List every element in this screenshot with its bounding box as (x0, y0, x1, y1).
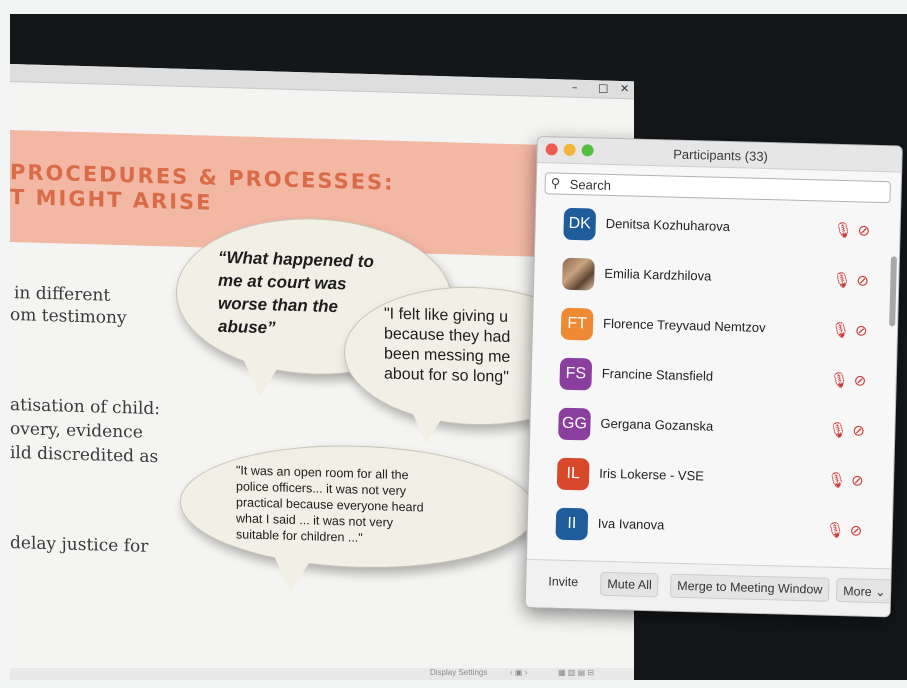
video-off-icon[interactable]: ⊘ (850, 521, 863, 539)
participant-name: Iris Lokerse - VSE (598, 465, 705, 484)
quote-1: “What happened to me at court was worse … (218, 246, 374, 342)
video-off-icon[interactable]: ⊘ (856, 271, 869, 289)
participant-row[interactable]: II Iva Ivanova 🎙 ⊘ (527, 499, 884, 558)
close-icon[interactable]: ✕ (620, 82, 629, 95)
slide-body-line: om testimony (10, 305, 127, 329)
participant-name: Gergana Gozanska (600, 415, 714, 434)
view-icons[interactable]: ▦ ▥ ▤ ⊟ (558, 668, 594, 677)
avatar: FS (559, 357, 593, 391)
participant-list-scrollbar[interactable] (889, 256, 897, 327)
speech-bubble-1-tail (242, 356, 284, 398)
participant-name: Emilia Kardzhilova (604, 265, 712, 284)
slide-body-line: overy, evidence (10, 419, 143, 443)
quote-3: "It was an open room for all the police … (236, 462, 424, 547)
participants-footer: Invite Mute All Merge to Meeting Window … (525, 558, 893, 618)
avatar: GG (558, 407, 591, 441)
video-off-icon[interactable]: ⊘ (853, 371, 866, 389)
minimize-icon[interactable]: – (572, 81, 578, 94)
maximize-icon[interactable]: □ (598, 81, 608, 94)
avatar: DK (563, 207, 597, 241)
display-settings-button[interactable]: Display Settings (430, 668, 487, 677)
video-off-icon[interactable]: ⊘ (857, 221, 870, 239)
search-input[interactable]: ⚲ Search (544, 172, 891, 204)
more-button[interactable]: More ⌄ (835, 577, 893, 604)
merge-to-meeting-window-button[interactable]: Merge to Meeting Window (669, 573, 830, 602)
quote-2: "I felt like giving u because they had b… (384, 304, 544, 388)
participant-list: DK Denitsa Kozhuharova 🎙 ⊘ Emilia Kardzh… (527, 199, 892, 568)
video-off-icon[interactable]: ⊘ (855, 321, 868, 339)
slide-body-line: in different (14, 283, 111, 306)
screen-bezel-left (0, 0, 10, 688)
mic-muted-icon[interactable]: 🎙 (831, 321, 851, 339)
participant-name: Denitsa Kozhuharova (605, 215, 731, 235)
speech-bubble-3-tail (272, 551, 316, 593)
mic-muted-icon[interactable]: 🎙 (828, 421, 848, 439)
presentation-titlebar: – □ ✕ (10, 64, 634, 100)
mic-muted-icon[interactable]: 🎙 (829, 371, 849, 389)
mic-muted-icon[interactable]: 🎙 (827, 471, 847, 489)
screen-bezel-top (0, 0, 907, 14)
video-off-icon[interactable]: ⊘ (852, 421, 865, 439)
participant-name: Florence Treyvaud Nemtzov (602, 315, 766, 336)
mic-muted-icon[interactable]: 🎙 (833, 221, 853, 239)
search-icon: ⚲ (550, 175, 561, 191)
slide-body-line: delay justice for (10, 533, 149, 557)
participant-name: Iva Ivanova (597, 515, 665, 533)
avatar: IL (556, 457, 590, 491)
speech-bubble-2-tail (410, 407, 448, 445)
invite-button[interactable]: Invite (542, 570, 585, 595)
avatar: FT (560, 307, 594, 341)
avatar: II (555, 507, 589, 541)
slide-body-line: ild discredited as (10, 443, 159, 468)
participants-titlebar[interactable]: Participants (33) (537, 137, 903, 173)
screen-bezel-bottom (0, 680, 907, 688)
nav-icon[interactable]: ‹ ▣ › (510, 668, 527, 677)
mute-all-button[interactable]: Mute All (599, 571, 660, 598)
slide-body-line: atisation of child: (10, 395, 161, 420)
mic-muted-icon[interactable]: 🎙 (832, 271, 852, 289)
participants-title: Participants (33) (673, 146, 769, 165)
search-placeholder: Search (569, 176, 612, 193)
participants-panel: Participants (33) ⚲ Search DK Denitsa Ko… (524, 136, 903, 618)
mic-muted-icon[interactable]: 🎙 (826, 521, 846, 539)
video-off-icon[interactable]: ⊘ (851, 471, 864, 489)
presentation-statusbar: Display Settings ‹ ▣ › ▦ ▥ ▤ ⊟ (10, 668, 634, 680)
participant-name: Francine Stansfield (601, 365, 714, 384)
avatar-photo (561, 257, 595, 291)
